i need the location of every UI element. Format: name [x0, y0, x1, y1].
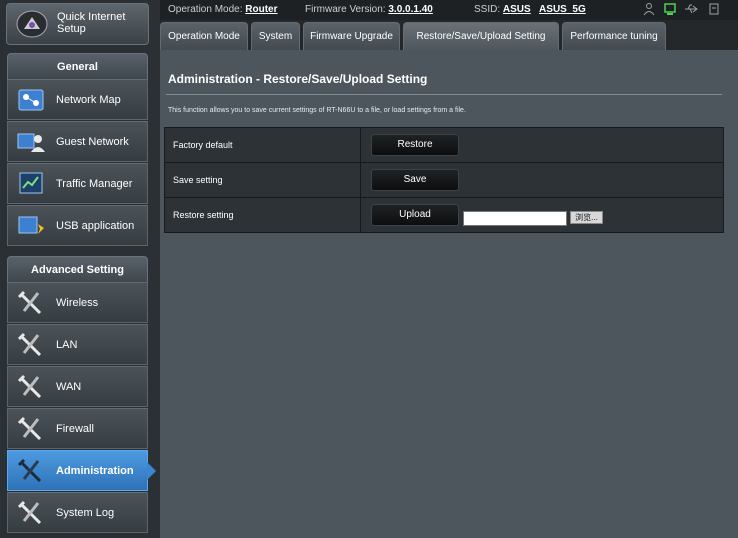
- firmware-status: Firmware Version: 3.0.0.1.40: [305, 4, 433, 15]
- restore-button[interactable]: Restore: [371, 134, 459, 156]
- status-bar: Operation Mode: Router Firmware Version:…: [160, 0, 738, 20]
- quick-internet-setup-button[interactable]: Quick Internet Setup: [6, 3, 149, 45]
- usb-application-icon: [18, 216, 44, 234]
- sidebar-item-label: LAN: [56, 339, 78, 351]
- tools-icon: [17, 500, 42, 525]
- operation-mode-label: Operation Mode:: [168, 4, 243, 15]
- sidebar-item-firewall[interactable]: Firewall: [7, 408, 148, 449]
- row-label: Restore setting: [164, 197, 361, 233]
- usb-icon[interactable]: [684, 2, 698, 16]
- general-section-header: General: [7, 53, 148, 79]
- tab-restore-save-upload[interactable]: Restore/Save/Upload Setting: [403, 22, 559, 50]
- ssid-status: SSID: ASUS ASUS_5G: [474, 4, 586, 15]
- sidebar-item-wireless[interactable]: Wireless: [7, 282, 148, 323]
- ssid-link-2g[interactable]: ASUS: [503, 4, 531, 15]
- network-map-icon: [18, 89, 44, 111]
- sidebar-item-label: WAN: [56, 381, 82, 393]
- page-title: Administration - Restore/Save/Upload Set…: [168, 72, 428, 86]
- sidebar-item-label: Guest Network: [56, 136, 129, 148]
- row-label: Factory default: [164, 127, 361, 163]
- row-control: Upload 浏览...: [360, 197, 724, 233]
- tab-bar: Operation Mode System Firmware Upgrade R…: [160, 20, 738, 50]
- quick-setup-icon: [16, 10, 48, 38]
- sidebar-item-wan[interactable]: WAN: [7, 366, 148, 407]
- main-panel: Administration - Restore/Save/Upload Set…: [160, 50, 738, 538]
- tools-icon: [17, 458, 42, 483]
- sidebar-item-label: USB application: [56, 220, 135, 232]
- printer-icon[interactable]: [707, 2, 721, 16]
- advanced-section-header: Advanced Setting: [7, 256, 148, 282]
- page-description: This function allows you to save current…: [168, 107, 466, 114]
- tools-icon: [17, 290, 42, 315]
- sidebar-item-lan[interactable]: LAN: [7, 324, 148, 365]
- row-label: Save setting: [164, 162, 361, 198]
- sidebar: Quick Internet Setup General Network Map…: [0, 0, 160, 538]
- traffic-manager-icon: [19, 172, 43, 194]
- sidebar-item-administration[interactable]: Administration: [7, 450, 156, 491]
- tools-icon: [17, 332, 42, 357]
- ssid-link-5g[interactable]: ASUS_5G: [539, 4, 586, 15]
- sidebar-item-traffic-manager[interactable]: Traffic Manager: [7, 163, 148, 204]
- table-row: Restore setting Upload 浏览...: [164, 197, 724, 233]
- firmware-label: Firmware Version:: [305, 4, 386, 15]
- row-control: Save: [360, 162, 724, 198]
- tab-operation-mode[interactable]: Operation Mode: [160, 22, 248, 50]
- tools-icon: [17, 416, 42, 441]
- sidebar-item-label: Traffic Manager: [56, 178, 133, 190]
- title-divider: [166, 94, 722, 95]
- firmware-version-link[interactable]: 3.0.0.1.40: [388, 4, 432, 15]
- table-row: Save setting Save: [164, 162, 724, 198]
- ssid-label: SSID:: [474, 4, 501, 15]
- upload-button[interactable]: Upload: [371, 204, 459, 226]
- save-button[interactable]: Save: [371, 169, 459, 191]
- tab-system[interactable]: System: [251, 22, 300, 50]
- settings-table: Factory default Restore Save setting Sav…: [164, 127, 724, 233]
- sidebar-item-label: Wireless: [56, 297, 99, 309]
- sidebar-item-label: Network Map: [56, 94, 121, 106]
- tab-performance-tuning[interactable]: Performance tuning: [562, 22, 666, 50]
- sidebar-item-label: Firewall: [56, 423, 94, 435]
- sidebar-item-usb-application[interactable]: USB application: [7, 205, 148, 246]
- table-row: Factory default Restore: [164, 127, 724, 163]
- guest-network-icon: [17, 133, 45, 152]
- sidebar-item-network-map[interactable]: Network Map: [7, 79, 148, 120]
- tab-firmware-upgrade[interactable]: Firmware Upgrade: [303, 22, 400, 50]
- file-path-input[interactable]: [463, 211, 567, 226]
- sidebar-item-guest-network[interactable]: Guest Network: [7, 121, 148, 162]
- sidebar-item-system-log[interactable]: System Log: [7, 492, 148, 533]
- tools-icon: [17, 374, 42, 399]
- user-icon[interactable]: [642, 2, 656, 16]
- router-admin-page: Quick Internet Setup General Network Map…: [0, 0, 738, 538]
- sidebar-item-label: System Log: [56, 507, 115, 519]
- network-status-icon[interactable]: [663, 2, 677, 16]
- sidebar-item-label: Administration: [56, 465, 134, 477]
- operation-mode-link[interactable]: Router: [245, 4, 277, 15]
- operation-mode-status: Operation Mode: Router: [168, 4, 278, 15]
- row-control: Restore: [360, 127, 724, 163]
- quick-setup-label: Quick Internet Setup: [57, 11, 126, 35]
- browse-button[interactable]: 浏览...: [570, 211, 603, 224]
